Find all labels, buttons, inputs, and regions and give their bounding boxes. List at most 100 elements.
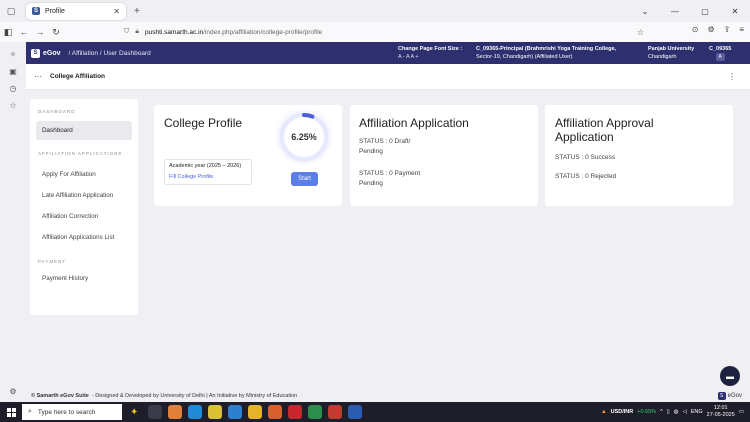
- avatar[interactable]: A: [715, 53, 725, 61]
- word-icon[interactable]: [348, 405, 363, 419]
- bookmark-star-icon[interactable]: ☆: [637, 28, 644, 37]
- fill-college-profile-link[interactable]: Fill College Profile: [169, 174, 247, 180]
- settings-gear-icon[interactable]: ⚙: [0, 387, 26, 396]
- chrome-icon[interactable]: [208, 405, 223, 419]
- app-icon-1[interactable]: [168, 405, 183, 419]
- file-explorer-icon[interactable]: [248, 405, 263, 419]
- sidebar-item-late-application[interactable]: Late Affiliation Application: [42, 192, 113, 199]
- url-bar[interactable]: ⛉ 🔒︎ pushti.samarth.ac.in /index.php/aff…: [124, 25, 644, 39]
- academic-year-label: Academic year (2025 – 2026): [169, 163, 242, 169]
- side-menu: DASHBOARD Dashboard AFFILIATION APPLICAT…: [30, 99, 138, 315]
- main-content: DASHBOARD Dashboard AFFILIATION APPLICAT…: [26, 90, 750, 390]
- chat-icon[interactable]: ▬: [720, 366, 740, 386]
- user-code: C_09365: [709, 46, 732, 52]
- sidebar-toggle-icon[interactable]: ◧: [0, 27, 16, 38]
- browser-toolbar-right: ⊙ ⚙ ⇪ ≡: [692, 25, 744, 34]
- page-subheader: ··· College Affiliation ⋮: [26, 64, 750, 90]
- reload-icon[interactable]: ↻: [48, 27, 64, 38]
- search-highlight-icon[interactable]: ✦: [130, 407, 138, 418]
- font-size-label: Change Page Font Size :: [398, 46, 463, 52]
- app-menu-icon[interactable]: ≡: [739, 25, 744, 34]
- powerpoint-icon[interactable]: [328, 405, 343, 419]
- taskbar-search-input[interactable]: ⌕ Type here to search: [22, 404, 122, 420]
- stock-icon: ▲: [601, 409, 607, 415]
- footer-brand: © Samarth eGov Suite: [31, 393, 89, 399]
- browser-tab[interactable]: S Profile ✕: [26, 2, 126, 20]
- success-status: STATUS : 0 Success: [555, 154, 616, 161]
- windows-start-icon[interactable]: [0, 407, 22, 417]
- rejected-status: STATUS : 0 Rejected: [555, 173, 617, 180]
- synced-tabs-icon[interactable]: ▣: [0, 67, 26, 76]
- new-tab-icon[interactable]: +: [134, 6, 140, 17]
- breadcrumb[interactable]: / Affiliation / User Dashboard: [69, 50, 151, 57]
- clock[interactable]: 12:01 27-05-2025: [707, 405, 735, 419]
- menu-section-payment: PAYMENT: [38, 259, 67, 264]
- pocket-icon[interactable]: ⊙: [692, 25, 699, 34]
- page-footer: © Samarth eGov Suite - Designed & Develo…: [26, 390, 750, 402]
- bookmarks-icon[interactable]: ☆: [0, 101, 26, 110]
- tray-chevron-icon[interactable]: ^: [660, 409, 663, 415]
- edge-icon[interactable]: [188, 405, 203, 419]
- browser-sidebar: ✧ ▣ ◷ ☆ ⚙: [0, 42, 26, 402]
- sidebar-item-payment-history[interactable]: Payment History: [42, 275, 88, 282]
- academic-year-box: Academic year (2025 – 2026) Fill College…: [164, 159, 252, 185]
- language-indicator[interactable]: ENG: [691, 409, 703, 415]
- app-header: S eGov / Affiliation / User Dashboard Ch…: [26, 42, 750, 64]
- university-line-2: Chandigarh: [648, 54, 677, 60]
- font-size-buttons[interactable]: A - A A +: [398, 53, 462, 61]
- app-icon-2[interactable]: [228, 405, 243, 419]
- app-icon-3[interactable]: [288, 405, 303, 419]
- extensions-icon[interactable]: ⚙: [707, 25, 714, 34]
- font-size-control: Change Page Font Size : A - A A +: [398, 45, 462, 61]
- minimize-icon[interactable]: —: [660, 7, 690, 16]
- draft-status-line-1: STATUS : 0 Draft/: [359, 138, 411, 145]
- history-icon[interactable]: ◷: [0, 84, 26, 93]
- network-icon[interactable]: ◍: [674, 409, 679, 415]
- footer-text: - Designed & Developed by University of …: [91, 393, 298, 399]
- notifications-icon[interactable]: ▭: [739, 409, 744, 415]
- menu-toggle-icon[interactable]: ···: [34, 72, 42, 81]
- user-menu[interactable]: C_09365 A: [709, 45, 731, 61]
- url-host: pushti.samarth.ac.in: [144, 28, 204, 36]
- browser-nav-bar: ◧ ← → ↻ ⛉ 🔒︎ pushti.samarth.ac.in /index…: [0, 22, 750, 42]
- close-window-icon[interactable]: ✕: [720, 7, 750, 16]
- forward-icon[interactable]: →: [32, 27, 48, 37]
- affiliation-approval-title: Affiliation Approval Application: [555, 116, 654, 144]
- affiliation-approval-card: Affiliation Approval Application STATUS …: [545, 105, 733, 206]
- egov-logo[interactable]: S eGov: [31, 48, 61, 58]
- lock-icon: 🔒︎: [135, 28, 139, 35]
- sidebar-item-applications-list[interactable]: Affiliation Applications List: [42, 234, 114, 241]
- window-menu-icon[interactable]: ▢: [0, 0, 22, 22]
- approval-title-line-1: Affiliation Approval: [555, 116, 654, 130]
- close-tab-icon[interactable]: ✕: [113, 7, 120, 16]
- menu-section-applications: AFFILIATION APPLICATIONS: [38, 151, 123, 156]
- shield-icon: ⛉: [124, 28, 130, 35]
- progress-arc: [280, 113, 328, 161]
- more-options-icon[interactable]: ⋮: [728, 72, 736, 81]
- college-line-1: C_09365-Principal (Brahmrishi Yoga Train…: [476, 46, 617, 52]
- sidebar-item-dashboard[interactable]: Dashboard: [36, 121, 132, 140]
- maximize-icon[interactable]: ▢: [690, 7, 720, 16]
- start-button[interactable]: Start: [291, 172, 318, 186]
- affiliation-application-title: Affiliation Application: [359, 116, 469, 130]
- approval-title-line-2: Application: [555, 130, 614, 144]
- taskbar-apps: [148, 405, 363, 419]
- ai-chat-icon[interactable]: ✧: [0, 50, 26, 59]
- sidebar-item-apply[interactable]: Apply For Affiliation: [42, 171, 96, 178]
- battery-icon[interactable]: ▯: [667, 409, 670, 415]
- draft-status-line-2: Pending: [359, 148, 383, 155]
- payment-status: STATUS : 0 Payment Pending: [359, 169, 420, 189]
- sidebar-item-correction[interactable]: Affiliation Correction: [42, 213, 98, 220]
- firefox-icon[interactable]: [268, 405, 283, 419]
- task-view-icon[interactable]: [148, 405, 163, 419]
- chevron-down-icon[interactable]: ⌄: [630, 7, 660, 16]
- favicon-icon: S: [32, 7, 40, 15]
- volume-icon[interactable]: ◁: [683, 409, 687, 415]
- footer-egov-label: eGov: [727, 393, 742, 399]
- back-icon[interactable]: ←: [16, 27, 32, 37]
- excel-icon[interactable]: [308, 405, 323, 419]
- affiliation-application-card: Affiliation Application STATUS : 0 Draft…: [350, 105, 538, 206]
- share-icon[interactable]: ⇪: [724, 25, 731, 34]
- url-path: /index.php/affiliation/college-profile/p…: [203, 28, 323, 36]
- browser-tab-bar: ▢ S Profile ✕ + ⌄ — ▢ ✕: [0, 0, 750, 22]
